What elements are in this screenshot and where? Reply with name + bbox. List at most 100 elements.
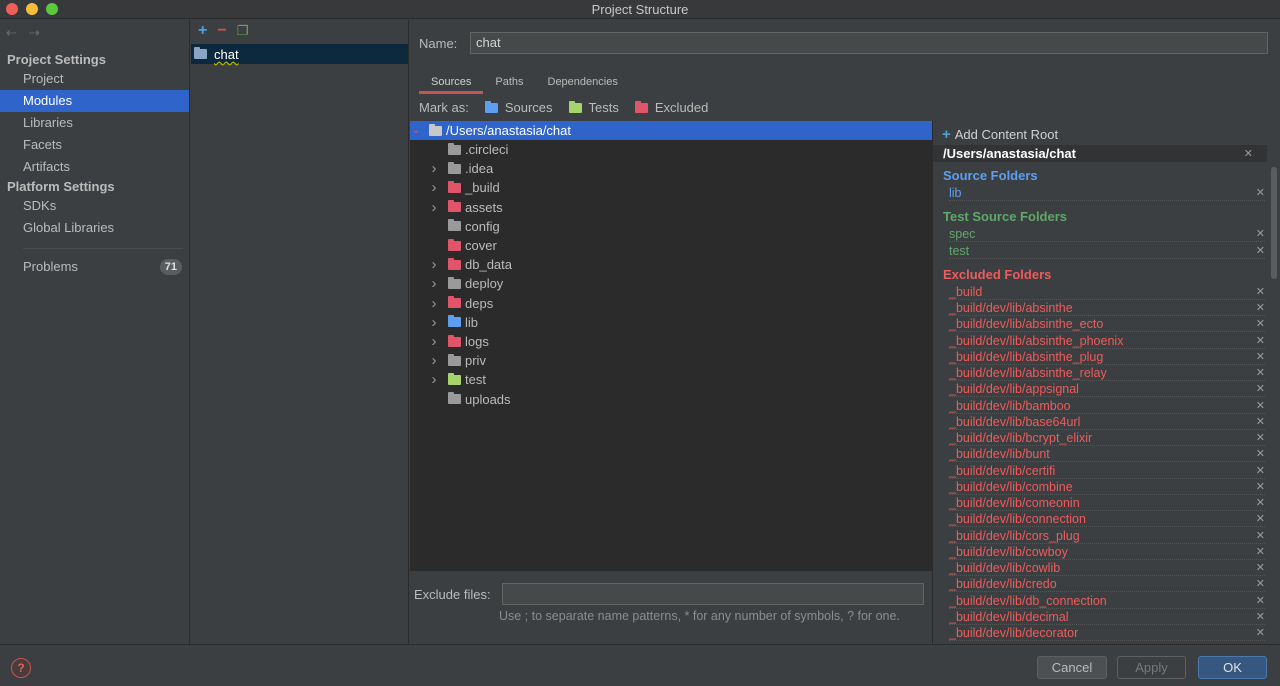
remove-folder-icon[interactable]: ✕ [1256, 593, 1265, 609]
excluded-folder-item[interactable]: _build/dev/lib/bamboo ✕ [949, 398, 1265, 414]
excluded-folder-item[interactable]: _build/dev/lib/credo ✕ [949, 576, 1265, 593]
remove-folder-icon[interactable]: ✕ [1256, 226, 1265, 242]
tree-folder-row[interactable]: › logs [410, 332, 932, 351]
chevron-right-icon[interactable]: › [428, 294, 440, 313]
tree-folder-row[interactable]: › lib [410, 313, 932, 332]
excluded-folder-item[interactable]: _build/dev/lib/absinthe_ecto ✕ [949, 316, 1265, 333]
remove-folder-icon[interactable]: ✕ [1256, 479, 1265, 495]
help-icon[interactable]: ? [11, 658, 31, 678]
remove-folder-icon[interactable]: ✕ [1256, 381, 1265, 397]
chevron-right-icon[interactable]: › [428, 178, 440, 197]
folder-tree[interactable]: ⌄ /Users/anastasia/chat .circleci › .idea ›… [410, 121, 932, 571]
sidebar-item-project[interactable]: Project [0, 68, 189, 90]
chevron-right-icon[interactable]: › [428, 274, 440, 293]
tree-folder-row[interactable]: › test [410, 370, 932, 389]
excluded-folder-item[interactable]: _build/dev/lib/appsignal ✕ [949, 381, 1265, 398]
sidebar-item-artifacts[interactable]: Artifacts [0, 156, 189, 178]
apply-button[interactable]: Apply [1117, 656, 1186, 679]
remove-folder-icon[interactable]: ✕ [1256, 430, 1265, 446]
tree-folder-row[interactable]: › deps [410, 294, 932, 313]
test-folder-item[interactable]: spec ✕ [949, 226, 1265, 243]
module-name-input[interactable]: chat [470, 32, 1268, 54]
zoom-window-button[interactable] [46, 3, 58, 15]
tree-folder-row[interactable]: cover [410, 236, 932, 255]
remove-folder-icon[interactable]: ✕ [1256, 300, 1265, 316]
excluded-folder-item[interactable]: _build/dev/lib/combine ✕ [949, 479, 1265, 495]
remove-folder-icon[interactable]: ✕ [1256, 576, 1265, 592]
excluded-folder-item[interactable]: _build/dev/lib/decimal ✕ [949, 609, 1265, 625]
excluded-folder-item[interactable]: _build/dev/lib/comeonin ✕ [949, 495, 1265, 511]
chevron-down-icon[interactable]: ⌄ [410, 121, 422, 140]
remove-folder-icon[interactable]: ✕ [1256, 243, 1265, 259]
tree-folder-row[interactable]: config [410, 217, 932, 236]
remove-folder-icon[interactable]: ✕ [1256, 446, 1265, 462]
content-root-path[interactable]: /Users/anastasia/chat ✕ [933, 145, 1267, 162]
tree-folder-row[interactable]: › _build [410, 178, 932, 197]
minimize-window-button[interactable] [26, 3, 38, 15]
ok-button[interactable]: OK [1198, 656, 1267, 679]
chevron-right-icon[interactable]: › [428, 313, 440, 332]
chevron-right-icon[interactable]: › [428, 159, 440, 178]
remove-folder-icon[interactable]: ✕ [1256, 463, 1265, 479]
remove-folder-icon[interactable]: ✕ [1256, 398, 1265, 414]
tree-root-row[interactable]: ⌄ /Users/anastasia/chat [410, 121, 932, 140]
tree-folder-row[interactable]: › .idea [410, 159, 932, 178]
excluded-folder-item[interactable]: _build/dev/lib/connection ✕ [949, 511, 1265, 528]
remove-folder-icon[interactable]: ✕ [1256, 528, 1265, 544]
excluded-folder-item[interactable]: _build/dev/lib/cowlib ✕ [949, 560, 1265, 576]
excluded-folder-item[interactable]: _build/dev/lib/certifi ✕ [949, 463, 1265, 479]
excluded-folder-item[interactable]: _build/dev/lib/absinthe ✕ [949, 300, 1265, 316]
copy-module-icon[interactable]: ❐ [237, 23, 249, 39]
remove-folder-icon[interactable]: ✕ [1256, 511, 1265, 527]
forward-arrow-icon[interactable]: ⇢ [29, 25, 40, 41]
excluded-folder-item[interactable]: _build/dev/lib/bcrypt_elixir ✕ [949, 430, 1265, 446]
remove-folder-icon[interactable]: ✕ [1256, 414, 1265, 430]
tree-folder-row[interactable]: uploads [410, 390, 932, 409]
excluded-folder-item[interactable]: _build/dev/lib/absinthe_relay ✕ [949, 365, 1265, 381]
exclude-files-input[interactable] [502, 583, 924, 605]
remove-folder-icon[interactable]: ✕ [1256, 185, 1265, 201]
sidebar-item-global-libraries[interactable]: Global Libraries [0, 217, 189, 239]
back-arrow-icon[interactable]: ⇠ [6, 25, 17, 41]
remove-folder-icon[interactable]: ✕ [1256, 365, 1265, 381]
remove-folder-icon[interactable]: ✕ [1256, 625, 1265, 641]
chevron-right-icon[interactable]: › [428, 351, 440, 370]
remove-content-root-icon[interactable]: ✕ [1244, 147, 1253, 160]
tree-folder-row[interactable]: › assets [410, 198, 932, 217]
remove-folder-icon[interactable]: ✕ [1256, 609, 1265, 625]
tree-folder-row[interactable]: › db_data [410, 255, 932, 274]
test-folder-item[interactable]: test ✕ [949, 243, 1265, 259]
content-root-scrollbar[interactable] [1271, 167, 1277, 279]
mark-excluded-button[interactable]: Excluded [634, 100, 708, 115]
sidebar-item-problems[interactable]: Problems 71 [0, 256, 189, 278]
excluded-folder-item[interactable]: _build/dev/lib/cors_plug ✕ [949, 528, 1265, 544]
chevron-right-icon[interactable]: › [428, 198, 440, 217]
excluded-folder-item[interactable]: _build/dev/lib/cowboy ✕ [949, 544, 1265, 560]
module-item-chat[interactable]: chat [191, 44, 408, 64]
add-module-icon[interactable]: + [198, 22, 207, 40]
remove-folder-icon[interactable]: ✕ [1256, 284, 1265, 300]
remove-folder-icon[interactable]: ✕ [1256, 349, 1265, 365]
mark-sources-button[interactable]: Sources [484, 100, 553, 115]
remove-folder-icon[interactable]: ✕ [1256, 560, 1265, 576]
tree-folder-row[interactable]: › deploy [410, 274, 932, 293]
excluded-folder-item[interactable]: _build/dev/lib/db_connection ✕ [949, 593, 1265, 609]
excluded-folder-item[interactable]: _build/dev/lib/bunt ✕ [949, 446, 1265, 463]
tree-folder-row[interactable]: › priv [410, 351, 932, 370]
sidebar-item-sdks[interactable]: SDKs [0, 195, 189, 217]
tab-sources[interactable]: Sources [419, 72, 484, 94]
chevron-right-icon[interactable]: › [428, 370, 440, 389]
excluded-folder-item[interactable]: _build/dev/lib/absinthe_plug ✕ [949, 349, 1265, 365]
close-window-button[interactable] [6, 3, 18, 15]
mark-tests-button[interactable]: Tests [568, 100, 619, 115]
remove-module-icon[interactable]: − [217, 22, 226, 40]
excluded-folder-item[interactable]: _build/dev/lib/absinthe_phoenix ✕ [949, 333, 1265, 349]
tree-folder-row[interactable]: .circleci [410, 140, 932, 159]
tab-dependencies[interactable]: Dependencies [536, 72, 630, 94]
cancel-button[interactable]: Cancel [1037, 656, 1107, 679]
excluded-folder-item[interactable]: _build/dev/lib/decorator ✕ [949, 625, 1265, 641]
excluded-folder-item[interactable]: _build ✕ [949, 284, 1265, 300]
remove-folder-icon[interactable]: ✕ [1256, 544, 1265, 560]
remove-folder-icon[interactable]: ✕ [1256, 316, 1265, 332]
excluded-folder-item[interactable]: _build/dev/lib/base64url ✕ [949, 414, 1265, 430]
